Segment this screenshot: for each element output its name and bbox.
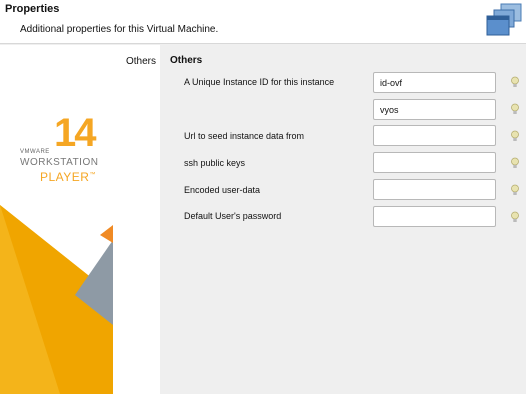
- ssh-keys-field[interactable]: [373, 152, 496, 173]
- product-banner: VMWARE 14 WORKSTATION PLAYER™: [0, 45, 113, 394]
- brand-version: 14: [54, 111, 96, 155]
- category-list: Others: [123, 45, 160, 394]
- user-data-field[interactable]: [373, 179, 496, 200]
- seed-url-label: Url to seed instance data from: [184, 131, 305, 141]
- lightbulb-icon: [511, 211, 519, 222]
- brand-product-name: PLAYER: [40, 170, 90, 184]
- section-title: Others: [170, 55, 203, 66]
- window-stack-icon: [484, 3, 524, 39]
- user-data-label: Encoded user-data: [184, 185, 261, 195]
- brand-product-line1: WORKSTATION: [20, 157, 99, 168]
- hostname-field[interactable]: [373, 99, 496, 120]
- banner-divider: [113, 45, 123, 394]
- lightbulb-icon: [511, 76, 519, 87]
- password-field[interactable]: [373, 206, 496, 227]
- header: Properties Additional properties for thi…: [0, 0, 526, 44]
- brand-vendor: VMWARE: [20, 149, 50, 155]
- page-subtitle: Additional properties for this Virtual M…: [20, 24, 219, 35]
- password-label: Default User's password: [184, 211, 282, 221]
- ssh-keys-label: ssh public keys: [184, 158, 246, 168]
- page-title: Properties: [5, 3, 60, 15]
- instance-id-label: A Unique Instance ID for this instance: [184, 77, 335, 87]
- lightbulb-icon: [511, 157, 519, 168]
- seed-url-field[interactable]: [373, 125, 496, 146]
- banner-art: [0, 205, 113, 394]
- lightbulb-icon: [511, 103, 519, 114]
- brand-trademark: ™: [89, 172, 96, 178]
- brand-product-line2: PLAYER™: [40, 170, 96, 184]
- tab-others[interactable]: Others: [126, 56, 156, 67]
- instance-id-field[interactable]: [373, 72, 496, 93]
- lightbulb-icon: [511, 184, 519, 195]
- properties-panel: Others A Unique Instance ID for this ins…: [160, 45, 526, 394]
- lightbulb-icon: [511, 130, 519, 141]
